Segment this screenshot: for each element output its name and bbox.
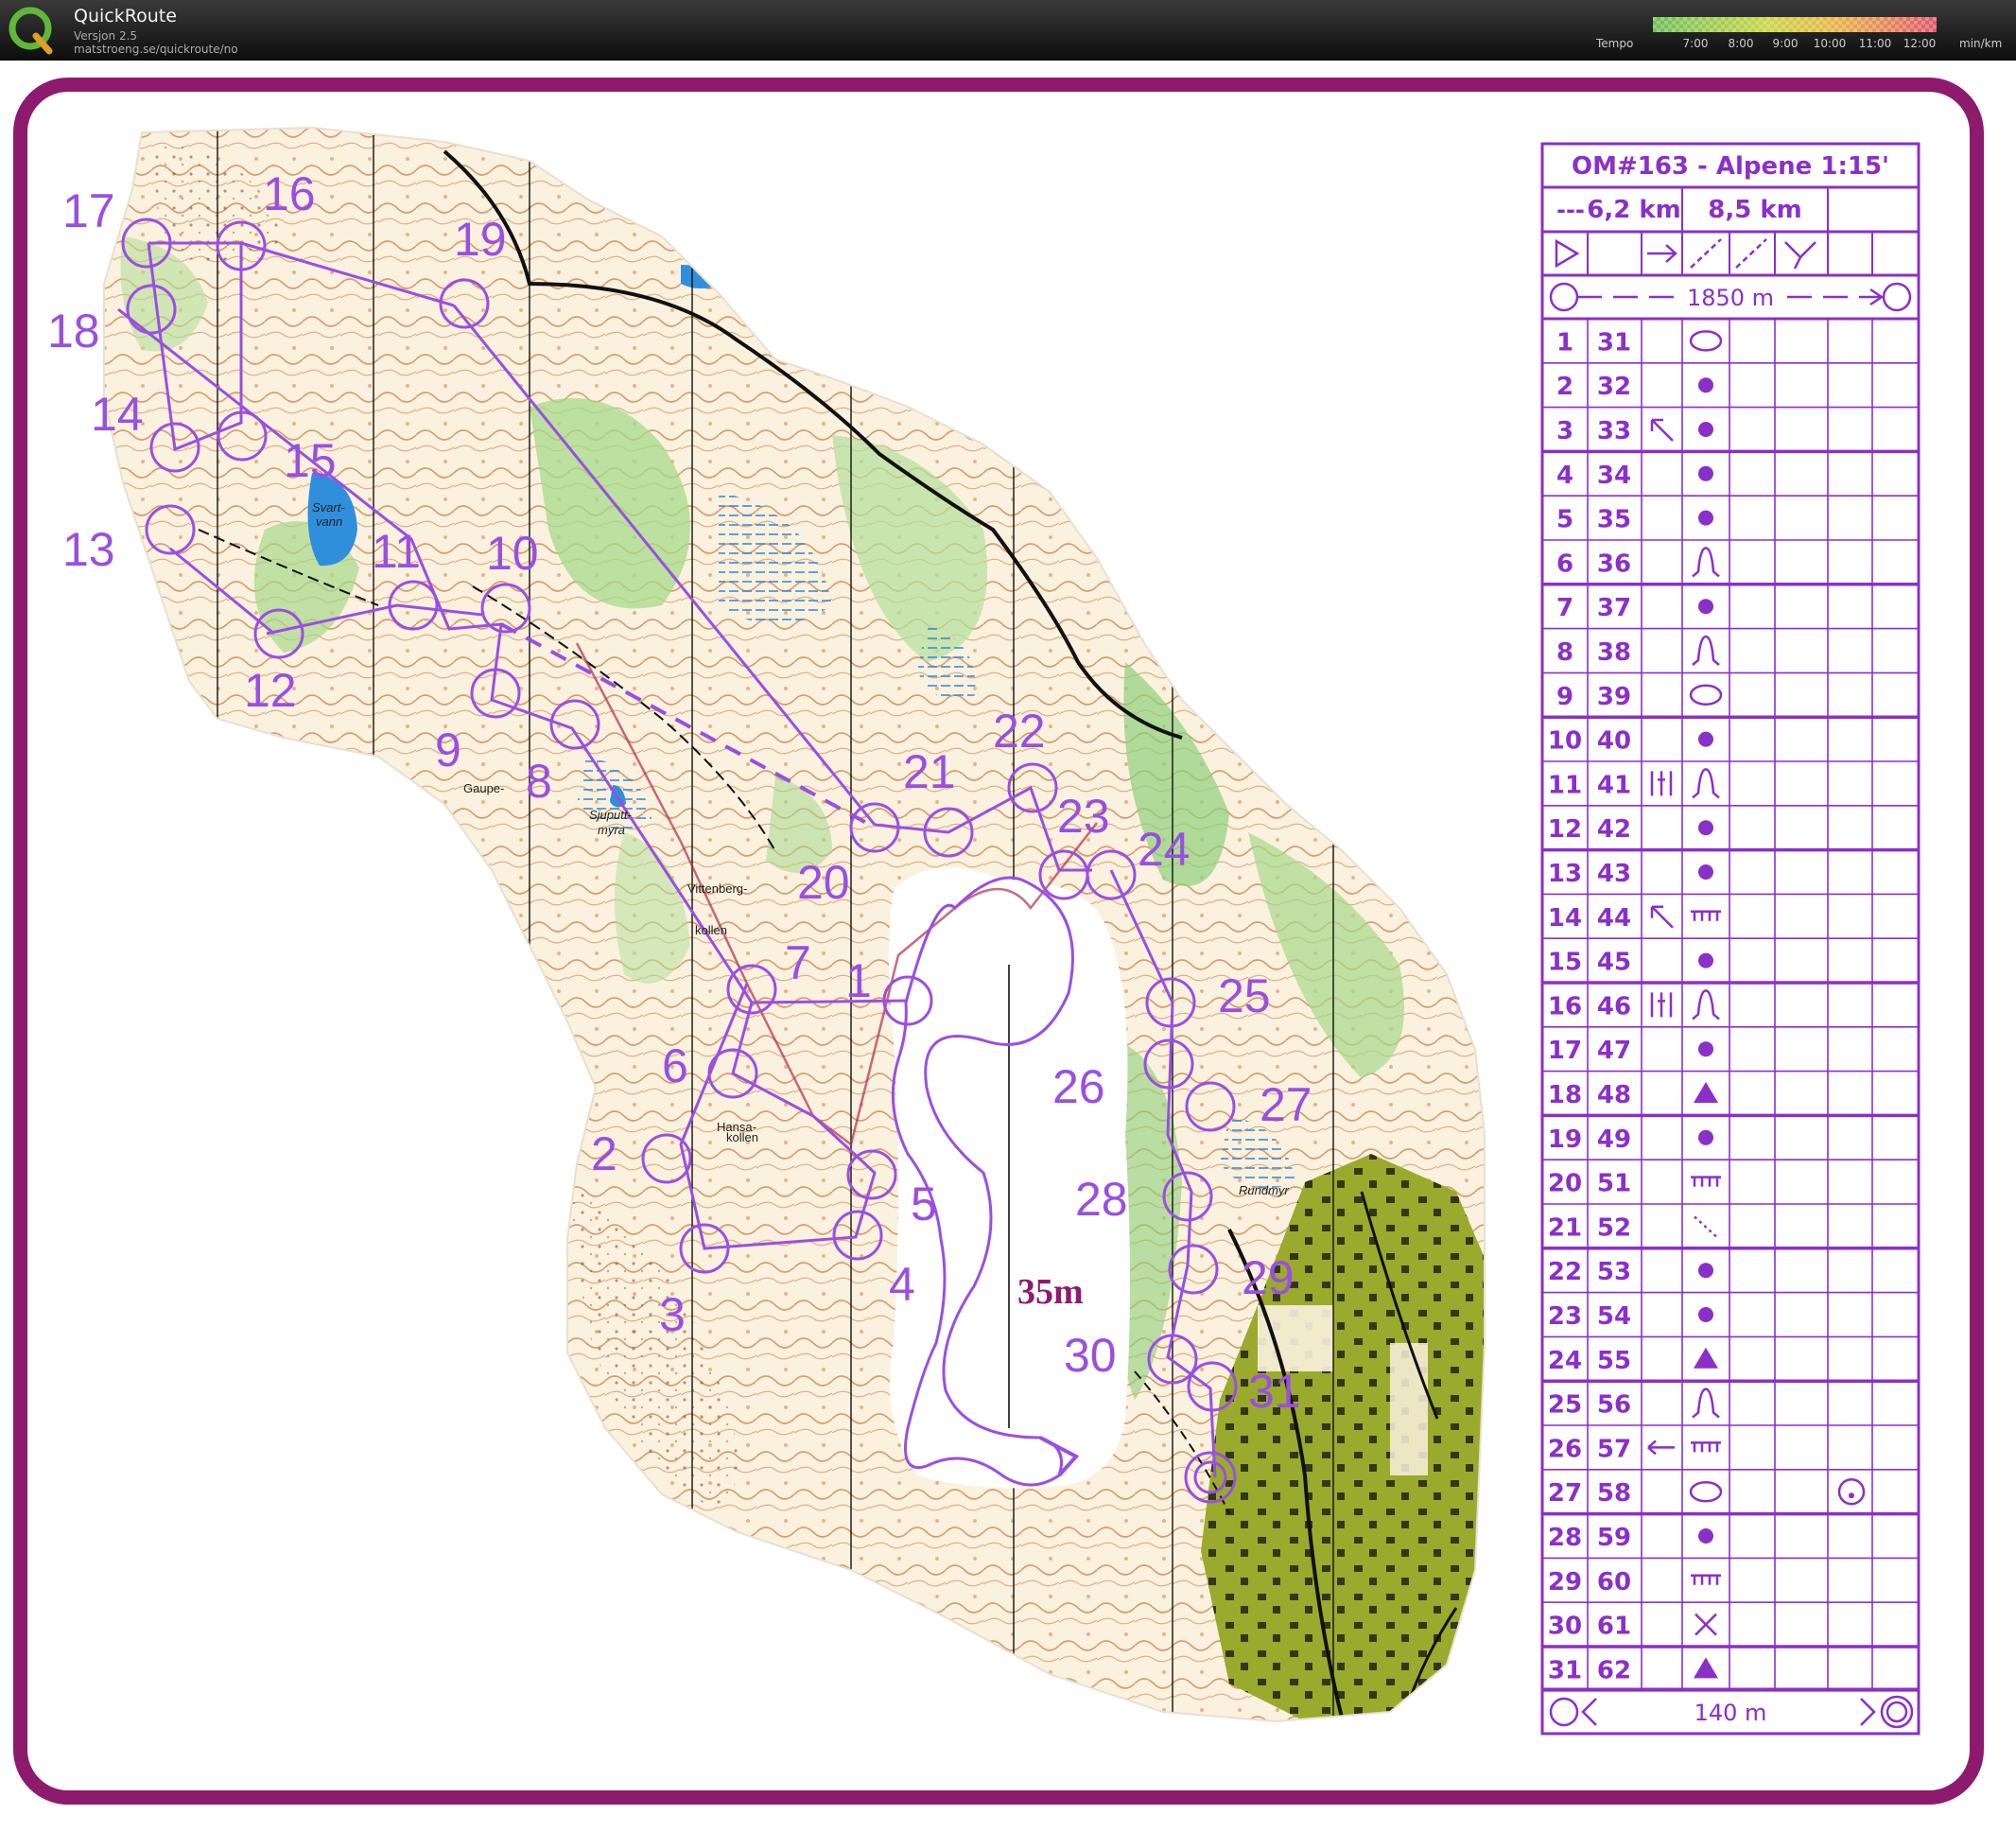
control-code: 54 — [1597, 1302, 1631, 1331]
control-code: 39 — [1597, 683, 1631, 711]
control-code: 61 — [1597, 1613, 1631, 1641]
dot-icon — [1698, 1041, 1713, 1057]
control-code: 59 — [1597, 1524, 1631, 1552]
control-sequence-number: 2 — [1556, 373, 1573, 401]
control-sequence-number: 27 — [1548, 1479, 1582, 1508]
control-sequence-number: 19 — [1548, 1125, 1582, 1154]
dot-icon — [1698, 1307, 1713, 1322]
control-code: 55 — [1597, 1347, 1631, 1375]
dot-icon — [1698, 952, 1713, 968]
control-code: 58 — [1597, 1479, 1631, 1508]
control-code: 51 — [1597, 1170, 1631, 1198]
control-code: 37 — [1597, 594, 1631, 622]
control-code: 42 — [1597, 815, 1631, 844]
control-code: 31 — [1597, 328, 1631, 357]
control-code: 36 — [1597, 550, 1631, 578]
control-code: 56 — [1597, 1391, 1631, 1420]
control-code: 62 — [1597, 1656, 1631, 1684]
dot-icon — [1698, 465, 1713, 481]
control-sequence-number: 16 — [1548, 992, 1582, 1021]
control-sequence-number: 10 — [1548, 727, 1582, 756]
marked-route-finish-length: 140 m — [1694, 1700, 1767, 1726]
control-sequence-number: 18 — [1548, 1081, 1582, 1109]
control-code: 48 — [1597, 1081, 1631, 1109]
control-sequence-number: 8 — [1556, 638, 1573, 667]
control-code: 47 — [1597, 1037, 1631, 1065]
control-sequence-number: 3 — [1556, 417, 1573, 445]
control-code: 33 — [1597, 417, 1631, 445]
control-sequence-number: 30 — [1548, 1613, 1582, 1641]
control-code: 34 — [1597, 462, 1631, 490]
marked-route-start-length: 1850 m — [1687, 285, 1774, 311]
control-sequence-number: 29 — [1548, 1568, 1582, 1596]
control-code: 32 — [1597, 373, 1631, 401]
dot-icon — [1698, 422, 1713, 437]
control-sequence-number: 23 — [1548, 1302, 1582, 1331]
control-code: 38 — [1597, 638, 1631, 667]
dot-icon — [1698, 377, 1713, 393]
control-code: 44 — [1597, 904, 1631, 933]
control-code: 60 — [1597, 1568, 1631, 1596]
dot-icon — [1698, 864, 1713, 880]
control-sequence-number: 20 — [1548, 1170, 1582, 1198]
control-sequence-number: 4 — [1556, 462, 1573, 490]
course-length-2: 8,5 km — [1708, 196, 1802, 224]
dot-icon — [1698, 820, 1713, 836]
control-code: 52 — [1597, 1213, 1631, 1242]
control-sequence-number: 12 — [1548, 815, 1582, 844]
control-code: 46 — [1597, 992, 1631, 1021]
control-code: 41 — [1597, 771, 1631, 799]
dot-icon — [1698, 1129, 1713, 1145]
control-sequence-number: 24 — [1548, 1347, 1582, 1375]
control-code: 49 — [1597, 1125, 1631, 1154]
course-length-1: 6,2 km — [1587, 196, 1681, 224]
control-sequence-number: 5 — [1556, 506, 1573, 534]
dot-icon — [1698, 599, 1713, 615]
control-sequence-number: 11 — [1548, 771, 1582, 799]
control-sequence-number: 1 — [1556, 328, 1573, 357]
control-sequence-number: 17 — [1548, 1037, 1582, 1065]
control-sequence-number: 15 — [1548, 949, 1582, 977]
dot-icon — [1698, 1263, 1713, 1279]
control-sequence-number: 28 — [1548, 1524, 1582, 1552]
control-code: 40 — [1597, 727, 1631, 756]
control-description-sheet: 1 312 323 334 345 356 367 378 389 3910 4011 4112 421… — [1540, 142, 1920, 1736]
control-code: 57 — [1597, 1435, 1631, 1463]
dot-icon — [1698, 1528, 1713, 1544]
control-sequence-number: 14 — [1548, 904, 1582, 933]
control-code: 35 — [1597, 506, 1631, 534]
control-sequence-number: 25 — [1548, 1391, 1582, 1420]
control-sequence-number: 22 — [1548, 1258, 1582, 1286]
control-code: 43 — [1597, 860, 1631, 888]
event-title: OM#163 - Alpene 1:15' — [1572, 152, 1889, 181]
control-sequence-number: 6 — [1556, 550, 1573, 578]
control-code: 53 — [1597, 1258, 1631, 1286]
dot-icon — [1698, 731, 1713, 747]
class-dashes: --- — [1556, 197, 1585, 223]
control-sequence-number: 9 — [1556, 683, 1573, 711]
control-sequence-number: 21 — [1548, 1213, 1582, 1242]
control-sequence-number: 26 — [1548, 1435, 1582, 1463]
control-code: 45 — [1597, 949, 1631, 977]
control-sequence-number: 7 — [1556, 594, 1573, 622]
control-sequence-number: 13 — [1548, 860, 1582, 888]
control-sequence-number: 31 — [1548, 1656, 1582, 1684]
dot-icon — [1698, 510, 1713, 526]
